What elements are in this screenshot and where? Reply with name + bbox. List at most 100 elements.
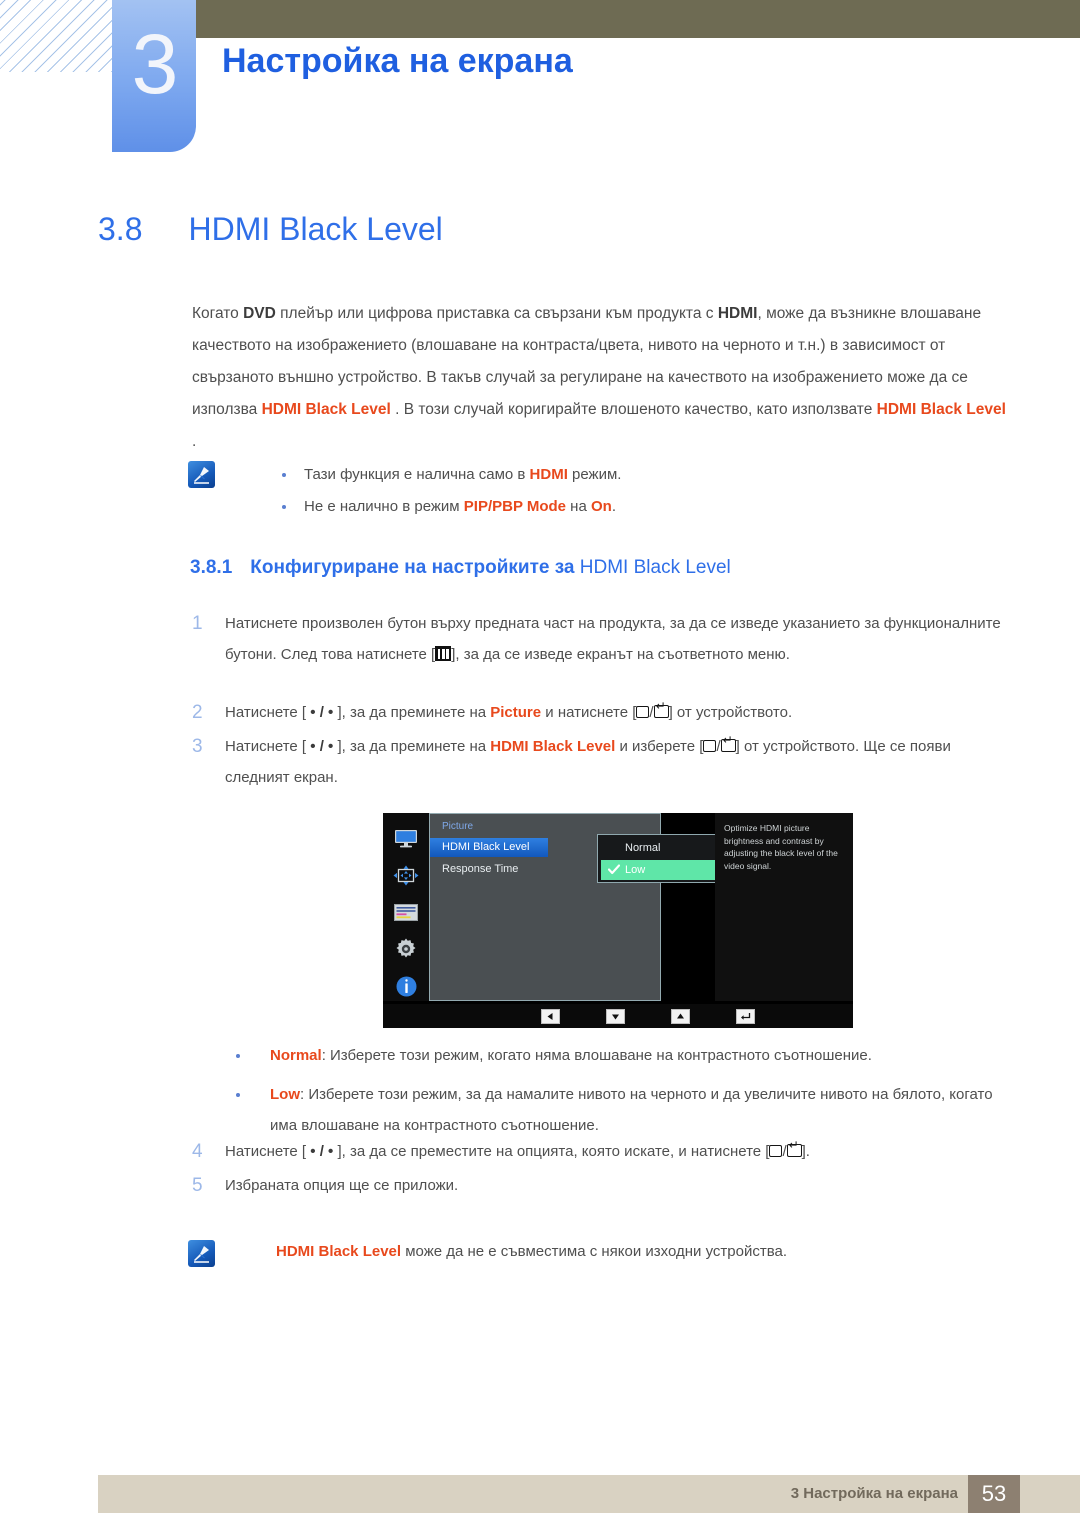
enter-icon[interactable] xyxy=(736,1008,755,1024)
step-text: Избраната опция ще се приложи. xyxy=(225,1177,459,1194)
osd-help-panel: Optimize HDMI picture brightness and con… xyxy=(715,813,853,1001)
option-description-list: Normal: Изберете този режим, когато няма… xyxy=(228,1040,1018,1149)
option-description-normal: Normal: Изберете този режим, когато няма… xyxy=(228,1040,1018,1071)
note-pencil-icon xyxy=(188,461,215,488)
step-text-a: Натиснете [ xyxy=(225,738,311,755)
osd-icon-rail xyxy=(383,813,429,1001)
intro-text-2: плейър или цифрова приставка са свързани… xyxy=(275,305,718,322)
section-number: 3.8 xyxy=(98,211,143,247)
note-bullet-item: Тази функция е налична само в HDMI режим… xyxy=(276,459,621,491)
note-text-mid: на xyxy=(566,498,591,515)
osd-option-low-label: Low xyxy=(625,864,646,876)
source-key-icon xyxy=(703,740,717,752)
intro-dvd-term: DVD xyxy=(243,305,276,322)
menu-key-icon xyxy=(435,646,452,661)
note-bullet-list: Тази функция е налична само в HDMI режим… xyxy=(276,459,621,523)
step-text-a: Натиснете [ xyxy=(225,704,311,721)
subsection-title-wrap: Конфигуриране на настройките за HDMI Bla… xyxy=(250,557,731,579)
step-1: 1 Натиснете произволен бутон върху предн… xyxy=(192,608,1012,670)
osd-item-response-time[interactable]: Response Time xyxy=(430,860,548,879)
step-text-c: и изберете [ xyxy=(615,738,704,755)
note-bottom-tail: може да не е съвместима с някои изходни … xyxy=(401,1243,788,1260)
note-text: Не е налично в режим xyxy=(304,498,464,515)
up-arrow-icon[interactable] xyxy=(671,1008,690,1024)
step-number: 4 xyxy=(192,1141,203,1162)
step-number: 3 xyxy=(192,736,203,757)
pip-arrows-icon[interactable] xyxy=(393,864,419,886)
step-text-b: ], за да се преместите на опцията, която… xyxy=(333,1143,770,1160)
note-keyword-2: On xyxy=(590,498,612,515)
subsection-number: 3.8.1 xyxy=(190,557,233,578)
source-key-icon xyxy=(636,706,650,718)
note-text-tail: . xyxy=(611,498,616,515)
osd-list-icon[interactable] xyxy=(393,901,419,923)
step-text: Натиснете произволен бутон върху преднат… xyxy=(225,608,1005,670)
chapter-title: Настройка на екрана xyxy=(222,42,573,80)
step-number: 5 xyxy=(192,1175,203,1196)
step-text-b: ], за да се изведе екранът на съответнот… xyxy=(451,646,790,663)
step-3: 3 Натиснете [ • / • ], за да преминете н… xyxy=(192,731,1022,793)
subsection-heading: 3.8.1 Конфигуриране на настройките за HD… xyxy=(190,557,731,579)
step-text-b: ], за да преминете на xyxy=(333,738,491,755)
chapter-number: 3 xyxy=(131,17,179,111)
enter-key-icon xyxy=(720,734,736,752)
decorative-hatch-pattern xyxy=(0,0,112,72)
step-5: 5 Избраната опция ще се приложи. xyxy=(192,1170,1012,1201)
info-icon[interactable] xyxy=(393,975,419,997)
note-text-tail: режим. xyxy=(567,466,622,483)
down-arrow-icon[interactable] xyxy=(606,1008,625,1024)
section-heading: 3.8 HDMI Black Level xyxy=(98,211,443,248)
step-text: Натиснете [ • / • ], за да се преместите… xyxy=(225,1136,1005,1167)
intro-text-4: . В този случай коригирайте влошеното ка… xyxy=(390,401,877,418)
monitor-icon[interactable] xyxy=(393,827,419,849)
osd-item-hdmi-black-level[interactable]: HDMI Black Level xyxy=(430,838,548,857)
enter-key-icon xyxy=(653,700,669,718)
option-keyword: Normal xyxy=(270,1047,322,1064)
subsection-keyword: HDMI Black Level xyxy=(579,557,731,578)
subsection-title: Конфигуриране на настройките за xyxy=(250,557,580,578)
footer-chapter-label: 3 Настройка на екрана xyxy=(790,1485,958,1502)
gear-icon[interactable] xyxy=(393,938,419,960)
dpad-dots-icon: • / • xyxy=(310,1143,334,1160)
intro-keyword-1: HDMI Black Level xyxy=(261,401,391,418)
step-text-d: ] от устройството. xyxy=(668,704,793,721)
note-pencil-icon xyxy=(188,1240,215,1267)
enter-key-icon xyxy=(786,1139,802,1157)
key-separator: / xyxy=(716,738,721,755)
osd-button-bar xyxy=(383,1004,853,1028)
note-bottom-keyword: HDMI Black Level xyxy=(276,1243,402,1260)
intro-hdmi-term: HDMI xyxy=(717,305,758,322)
page-number: 53 xyxy=(968,1475,1020,1513)
note-bullet-item: Не е налично в режим PIP/PBP Mode на On. xyxy=(276,491,621,523)
step-number: 1 xyxy=(192,613,203,634)
source-key-icon xyxy=(769,1145,783,1157)
dpad-dots-icon: • / • xyxy=(310,738,334,755)
step-keyword: Picture xyxy=(490,704,542,721)
option-text: : Изберете този режим, за да намалите ни… xyxy=(270,1086,993,1134)
page-footer: 3 Настройка на екрана 53 xyxy=(0,1475,1080,1527)
intro-keyword-2: HDMI Black Level xyxy=(876,401,1006,418)
option-text: : Изберете този режим, когато няма влоша… xyxy=(321,1047,872,1064)
header-accent-bar xyxy=(196,0,1080,38)
note-bottom-text: HDMI Black Level може да не е съвместима… xyxy=(276,1238,787,1267)
step-text: Натиснете [ • / • ], за да преминете на … xyxy=(225,731,1005,793)
page-header: 3 Настройка на екрана xyxy=(0,0,1080,160)
key-separator: / xyxy=(782,1143,787,1160)
step-number: 2 xyxy=(192,702,203,723)
step-text-b: ], за да преминете на xyxy=(333,704,491,721)
step-keyword: HDMI Black Level xyxy=(490,738,616,755)
step-text-a: Натиснете [ xyxy=(225,1143,311,1160)
note-block-bottom: HDMI Black Level може да не е съвместима… xyxy=(188,1238,787,1267)
osd-help-text: Optimize HDMI picture brightness and con… xyxy=(724,823,838,871)
note-block-top: Тази функция е налична само в HDMI режим… xyxy=(188,459,621,523)
note-text: Тази функция е налична само в xyxy=(304,466,530,483)
step-4: 4 Натиснете [ • / • ], за да се премести… xyxy=(192,1136,1012,1167)
option-keyword: Low xyxy=(270,1086,300,1103)
step-2: 2 Натиснете [ • / • ], за да преминете н… xyxy=(192,697,1012,728)
step-text: Натиснете [ • / • ], за да преминете на … xyxy=(225,697,1005,728)
intro-text-1: Когато xyxy=(192,305,244,322)
note-keyword: PIP/PBP Mode xyxy=(463,498,567,515)
key-separator: / xyxy=(649,704,654,721)
osd-category-label: Picture xyxy=(442,821,474,832)
left-arrow-icon[interactable] xyxy=(541,1008,560,1024)
